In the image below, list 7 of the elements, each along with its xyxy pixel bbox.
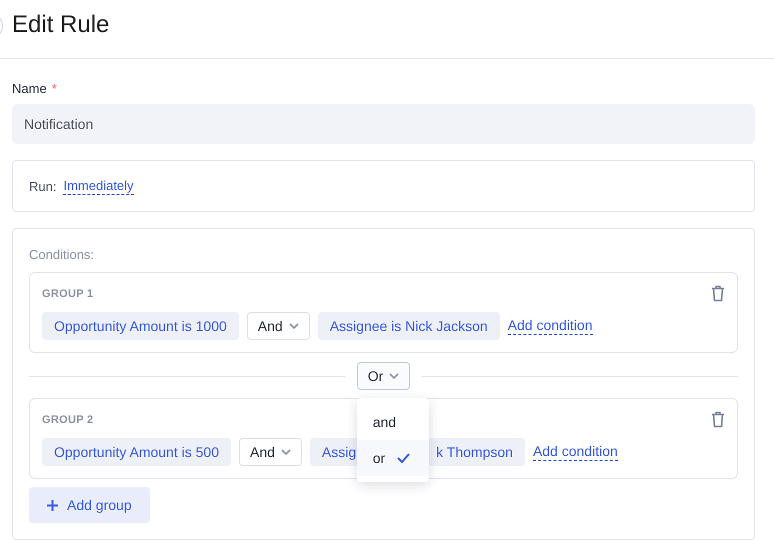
group-title: GROUP 2 [42, 414, 94, 426]
field-label: Name [12, 81, 47, 96]
run-label: Run: [29, 178, 56, 194]
group-title: GROUP 1 [42, 288, 94, 300]
required-mark: * [52, 81, 57, 96]
conditions-label: Conditions: [29, 247, 96, 262]
page-title: Edit Rule [12, 11, 110, 39]
